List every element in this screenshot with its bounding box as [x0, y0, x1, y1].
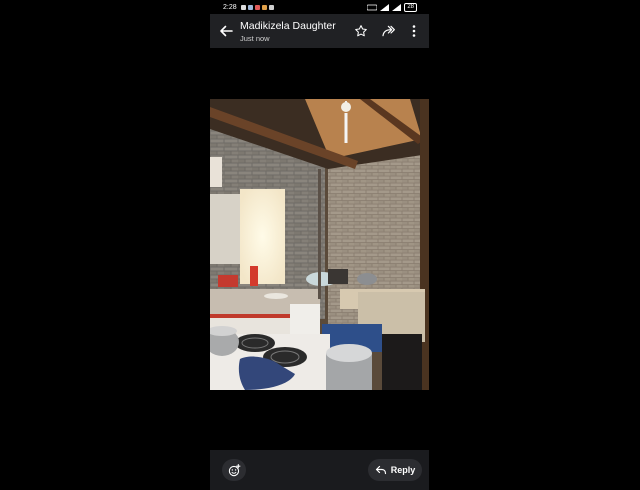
message-notification-icon — [240, 4, 246, 10]
battery-icon: 28 — [404, 2, 417, 12]
status-bar: 2:28 28 — [210, 0, 429, 14]
viewer-header: Madikizela Daughter Just now — [210, 14, 429, 48]
star-icon[interactable] — [354, 24, 368, 38]
reply-icon — [375, 465, 386, 475]
reply-label: Reply — [390, 465, 416, 475]
signal-icon-2 — [392, 3, 402, 11]
phone-screen: 2:28 28 Madikizela Daughter Just now Rep… — [210, 0, 429, 490]
sender-name: Madikizela Daughter — [240, 20, 336, 32]
status-time: 2:28 — [223, 3, 237, 11]
message-timestamp: Just now — [240, 34, 270, 43]
system-icons: 28 — [367, 2, 417, 12]
gallery-notification-icon — [261, 4, 267, 10]
folder-notification-icon — [268, 4, 274, 10]
bottom-action-bar: Reply — [210, 450, 429, 490]
add-reaction-icon — [228, 463, 240, 476]
linkedin-notification-icon — [247, 4, 253, 10]
kitchen-photo-image — [210, 99, 429, 390]
app-notification-icon — [254, 4, 260, 10]
notification-icons — [240, 4, 274, 10]
network-icon — [367, 4, 378, 10]
kitchen-photo[interactable] — [210, 99, 429, 390]
add-reaction-button[interactable] — [222, 459, 246, 481]
signal-icon — [380, 3, 390, 11]
reply-button[interactable]: Reply — [368, 459, 422, 481]
more-vert-icon[interactable] — [410, 24, 418, 38]
forward-icon[interactable] — [381, 24, 397, 38]
arrow-back-icon[interactable] — [218, 23, 234, 39]
